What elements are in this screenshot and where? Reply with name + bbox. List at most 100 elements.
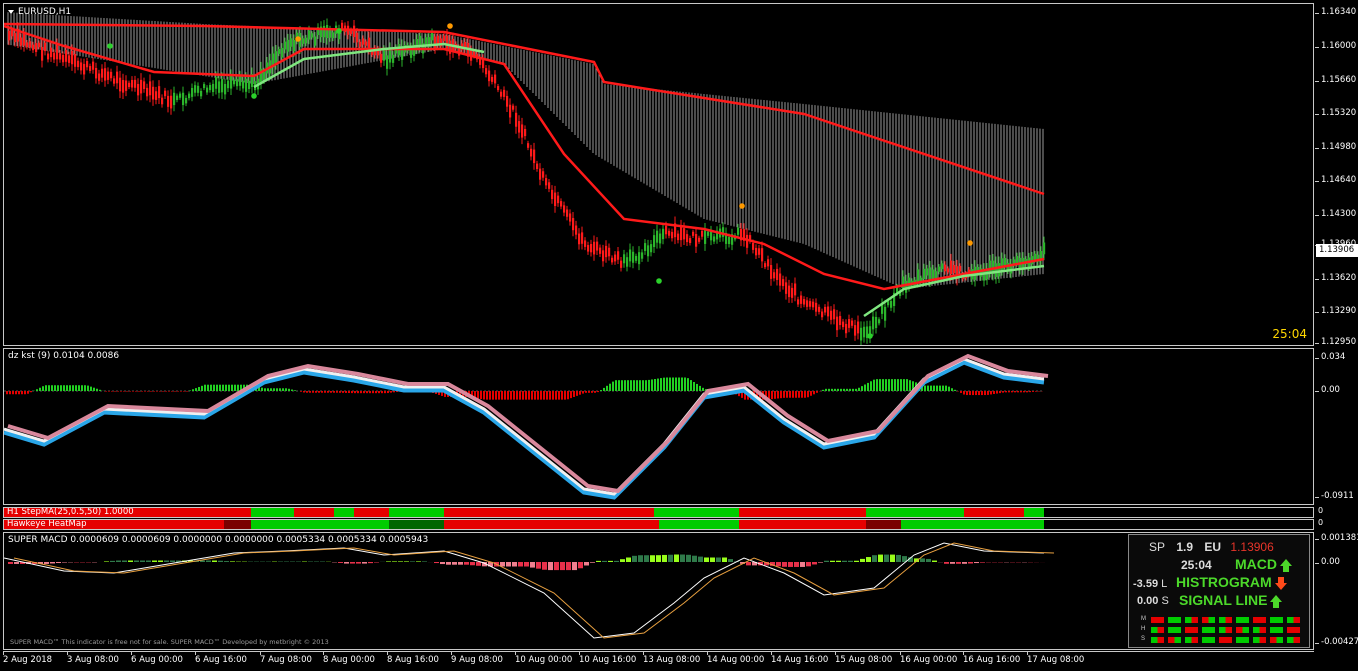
candle-body: [827, 307, 829, 317]
candle-body: [722, 227, 724, 237]
macd-bar: [140, 561, 145, 563]
macd-bar: [206, 561, 211, 563]
kst-bar: [882, 379, 884, 391]
candle-body: [323, 26, 325, 37]
macd-bar: [614, 561, 619, 562]
heatmap-strip[interactable]: Hawkeye HeatMap: [3, 519, 1314, 530]
macd-canvas: [4, 533, 1314, 650]
kst-bar: [171, 391, 173, 392]
heat-cell: [1168, 627, 1181, 633]
symbol-label[interactable]: EURUSD,H1: [8, 7, 71, 17]
heat-cell: [1219, 617, 1232, 623]
kst-bar: [93, 388, 95, 391]
kst-bar: [489, 391, 491, 400]
kst-bar: [1032, 391, 1034, 392]
candle-body: [236, 79, 238, 86]
strip-segment: [964, 508, 1024, 517]
kst-bar: [207, 385, 209, 391]
macd-bar: [338, 562, 343, 563]
candle-body: [578, 234, 580, 245]
macd-bar: [980, 562, 985, 563]
kst-bar: [300, 391, 302, 392]
kst-bar: [156, 391, 158, 392]
time-axis[interactable]: 2 Aug 20183 Aug 08:006 Aug 00:006 Aug 16…: [3, 651, 1314, 671]
ichimoku-cloud: [8, 12, 1043, 289]
candle-body: [20, 38, 22, 46]
time-tick: 9 Aug 08:00: [451, 655, 503, 665]
candle-body: [668, 231, 670, 236]
macd-bar: [554, 562, 559, 570]
kst-bar: [234, 385, 236, 391]
candle-body: [872, 317, 874, 330]
dropdown-arrow-icon[interactable]: [8, 10, 14, 14]
candle-body: [161, 98, 163, 105]
price-axis[interactable]: 1.16340 1.16000 1.15660 1.15320 1.14980 …: [1315, 3, 1358, 346]
kst-bar: [774, 391, 776, 399]
kst-bar: [843, 389, 845, 391]
candle-body: [821, 311, 823, 317]
heatmap-close-icon[interactable]: 0: [1318, 518, 1323, 527]
kst-bar: [159, 391, 161, 392]
candle-timer: 25:04: [1272, 327, 1307, 341]
candle-body: [845, 324, 847, 333]
candle-body: [389, 49, 391, 62]
kst-bar: [666, 378, 668, 392]
time-tick: 10 Aug 16:00: [579, 655, 636, 665]
price-tick: 1.14300: [1321, 209, 1356, 219]
candle-body: [752, 243, 754, 250]
kst-bar: [306, 391, 308, 393]
candle-body: [692, 232, 694, 236]
heat-cell: [1236, 617, 1249, 623]
candle-body: [581, 232, 583, 243]
kst-axis[interactable]: 0.034 0.00 -0.0911: [1315, 348, 1358, 505]
kst-bar: [939, 386, 941, 391]
candle-body: [215, 77, 217, 89]
candle-body: [647, 245, 649, 256]
kst-bar: [798, 391, 800, 398]
candle-body: [191, 88, 193, 97]
signal-line-label: SIGNAL LINE: [1179, 592, 1267, 608]
kst-bar: [930, 386, 932, 391]
candle-body: [761, 248, 763, 261]
macd-bar: [800, 562, 805, 567]
macd-bar: [608, 561, 613, 562]
strip-segment: [444, 520, 659, 529]
kst-bar: [366, 391, 368, 393]
kst-bar: [1002, 391, 1004, 393]
kst-bar: [138, 391, 140, 392]
candle-body: [392, 55, 394, 63]
stepma-strip[interactable]: H1 StepMA(25,0.5,50) 1.0000: [3, 507, 1314, 518]
kst-bar: [864, 385, 866, 391]
macd-bar: [716, 558, 721, 563]
kst-bar: [18, 391, 20, 394]
heat-cell: [1270, 637, 1283, 643]
kst-bar: [879, 379, 881, 391]
histogram-signal-label: HISTROGRAM: [1176, 574, 1272, 590]
stepma-close-icon[interactable]: 0: [1318, 506, 1323, 515]
strip-segment: [114, 520, 224, 529]
candle-body: [194, 85, 196, 93]
macd-axis[interactable]: 0.001381 0.00 -0.004277: [1315, 532, 1358, 650]
candle-body: [611, 258, 613, 263]
candle-body: [959, 266, 961, 271]
strip-segment: [901, 520, 1044, 529]
kst-bar: [57, 385, 59, 391]
candle-body: [98, 74, 100, 81]
price-chart-pane[interactable]: EURUSD,H1 25:04: [3, 3, 1314, 346]
kst-bar: [192, 389, 194, 391]
kst-bar: [933, 386, 935, 391]
macd-bar: [890, 555, 895, 562]
kst-bar: [378, 391, 380, 393]
candle-body: [227, 81, 229, 89]
super-macd-pane[interactable]: SUPER MACD 0.0000609 0.0000609 0.0000000…: [3, 532, 1314, 650]
kst-bar: [552, 391, 554, 400]
candle-body: [626, 257, 628, 266]
candle-body: [539, 169, 541, 180]
candle-body: [206, 88, 208, 93]
candle-body: [770, 265, 772, 279]
candle-body: [641, 252, 643, 258]
l-label: L: [1161, 578, 1167, 590]
candle-body: [101, 69, 103, 78]
candle-body: [833, 309, 835, 319]
kst-indicator-pane[interactable]: dz kst (9) 0.0104 0.0086: [3, 348, 1314, 505]
